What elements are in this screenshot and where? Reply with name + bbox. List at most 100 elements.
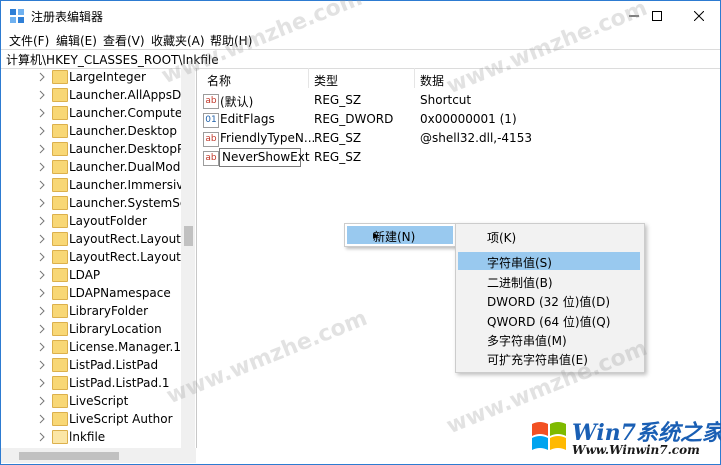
submenu-item-label: 多字符串值(M) <box>487 334 567 348</box>
chevron-right-icon[interactable] <box>37 269 47 281</box>
tree-item-label: Launcher.AllAppsDesk <box>69 88 181 102</box>
binary-value-icon: 01 <box>203 113 219 128</box>
value-row[interactable]: ab FriendlyTypeN... REG_SZ @shell32.dll,… <box>203 129 703 148</box>
chevron-right-icon[interactable] <box>37 143 47 155</box>
chevron-right-icon[interactable] <box>37 197 47 209</box>
tree-item[interactable]: LargeInteger <box>1 68 181 86</box>
tree-item[interactable]: ListPad.ListPad <box>1 356 181 374</box>
tree-item-label: Launcher.SystemSetti <box>69 196 181 210</box>
value-type: REG_SZ <box>314 93 362 107</box>
menu-view[interactable]: 查看(V) <box>103 32 145 49</box>
folder-icon <box>52 214 68 228</box>
close-button[interactable] <box>676 1 721 31</box>
chevron-right-icon[interactable] <box>37 161 47 173</box>
tree-item-label: LayoutRect.LayoutRec <box>69 232 181 246</box>
menu-edit[interactable]: 编辑(E) <box>56 32 97 49</box>
chevron-right-icon[interactable] <box>37 125 47 137</box>
tree-item[interactable]: Launcher.ImmersiveA <box>1 176 181 194</box>
chevron-right-icon[interactable] <box>37 395 47 407</box>
column-divider[interactable] <box>414 68 415 88</box>
chevron-right-icon[interactable] <box>37 233 47 245</box>
chevron-right-icon[interactable] <box>37 179 47 191</box>
submenu-item-label: 项(K) <box>487 231 517 245</box>
chevron-right-icon[interactable] <box>37 341 47 353</box>
tree-item-label: Launcher.DesktopPac <box>69 142 181 156</box>
chevron-right-icon[interactable] <box>37 305 47 317</box>
tree-item-label: LiveScript <box>69 394 129 408</box>
submenu-item-key[interactable]: 项(K) <box>458 227 640 245</box>
chevron-right-icon[interactable] <box>37 107 47 119</box>
tree-item[interactable]: Launcher.DualModeA <box>1 158 181 176</box>
tree-item[interactable]: LayoutRect.LayoutRec <box>1 248 181 266</box>
tree-item[interactable]: LibraryLocation <box>1 320 181 338</box>
chevron-right-icon[interactable] <box>37 215 47 227</box>
tree-item-label: LiveScript Author <box>69 412 173 426</box>
folder-icon <box>52 286 68 300</box>
submenu-item-multi-string-value[interactable]: 多字符串值(M) <box>458 330 640 348</box>
tree-item[interactable]: Launcher.Computer <box>1 104 181 122</box>
menu-file[interactable]: 文件(F) <box>9 32 49 49</box>
tree-item-label: LDAP <box>69 268 101 282</box>
menu-favorites[interactable]: 收藏夹(A) <box>151 32 205 49</box>
tree-item-label: License.Manager.1 <box>69 340 181 354</box>
tree-item[interactable]: LayoutRect.LayoutRec <box>1 230 181 248</box>
maximize-icon <box>652 11 662 21</box>
close-icon <box>694 11 704 21</box>
value-name-edit-box[interactable]: NeverShowExt <box>219 148 310 167</box>
tree-item[interactable]: License.Manager.1 <box>1 338 181 356</box>
tree-hscroll-thumb[interactable] <box>19 452 119 460</box>
value-data: 0x00000001 (1) <box>420 112 517 126</box>
submenu-item-string-value[interactable]: 字符串值(S) <box>458 252 640 270</box>
chevron-right-icon[interactable] <box>37 287 47 299</box>
tree-item[interactable]: Launcher.DesktopPac <box>1 140 181 158</box>
tree-item[interactable]: LDAPNamespace <box>1 284 181 302</box>
tree-item[interactable]: LibraryFolder <box>1 302 181 320</box>
folder-icon <box>52 196 68 210</box>
folder-icon <box>52 322 68 336</box>
folder-icon <box>52 106 68 120</box>
tree-item[interactable]: Launcher.SystemSetti <box>1 194 181 212</box>
submenu-item-binary-value[interactable]: 二进制值(B) <box>458 272 640 290</box>
tree-item-selected[interactable]: lnkfile <box>1 428 181 446</box>
submenu-item-label: QWORD (64 位)值(Q) <box>487 315 611 329</box>
submenu-item-qword-value[interactable]: QWORD (64 位)值(Q) <box>458 311 640 329</box>
column-divider[interactable] <box>308 68 309 88</box>
tree-item[interactable]: LDAP <box>1 266 181 284</box>
context-menu-new[interactable]: 新建(N) ▸ <box>347 226 453 244</box>
tree-item-label: Launcher.Desktop <box>69 124 177 138</box>
folder-icon <box>52 178 68 192</box>
column-header-type[interactable]: 类型 <box>314 72 338 89</box>
tree-item-label: LibraryLocation <box>69 322 162 336</box>
chevron-right-icon[interactable] <box>37 359 47 371</box>
tree-item[interactable]: ListPad.ListPad.1 <box>1 374 181 392</box>
chevron-right-icon[interactable] <box>37 431 47 443</box>
submenu-item-label: 二进制值(B) <box>487 276 553 290</box>
value-row[interactable]: ab NeverShowExt REG_SZ <box>203 148 703 167</box>
tree-item-label: Launcher.DualModeA <box>69 160 181 174</box>
chevron-right-icon[interactable] <box>37 377 47 389</box>
address-bar[interactable]: 计算机\HKEY_CLASSES_ROOT\lnkfile <box>1 49 720 69</box>
tree-item-label: LibraryFolder <box>69 304 149 318</box>
folder-icon <box>52 304 68 318</box>
tree-item[interactable]: LiveScript <box>1 392 181 410</box>
chevron-right-icon[interactable] <box>37 251 47 263</box>
tree-item[interactable]: LayoutFolder <box>1 212 181 230</box>
column-header-name[interactable]: 名称 <box>207 72 231 89</box>
column-header-data[interactable]: 数据 <box>420 72 444 89</box>
tree-item-label: LDAPNamespace <box>69 286 171 300</box>
value-type: REG_SZ <box>314 131 362 145</box>
chevron-right-icon[interactable] <box>37 89 47 101</box>
submenu-item-dword-value[interactable]: DWORD (32 位)值(D) <box>458 291 640 309</box>
chevron-right-icon[interactable] <box>37 71 47 83</box>
tree-scroll-thumb[interactable] <box>184 226 193 246</box>
submenu-item-label: DWORD (32 位)值(D) <box>487 295 610 309</box>
tree-item[interactable]: Launcher.Desktop <box>1 122 181 140</box>
tree-item-label: LayoutFolder <box>69 214 147 228</box>
chevron-right-icon[interactable] <box>37 323 47 335</box>
brand-url: Www.Winwin7.com <box>572 443 700 457</box>
tree-item[interactable]: LiveScript Author <box>1 410 181 428</box>
value-name: EditFlags <box>220 112 275 126</box>
chevron-right-icon[interactable] <box>37 413 47 425</box>
value-row[interactable]: 01 EditFlags REG_DWORD 0x00000001 (1) <box>203 110 703 129</box>
tree-item[interactable]: Launcher.AllAppsDesk <box>1 86 181 104</box>
